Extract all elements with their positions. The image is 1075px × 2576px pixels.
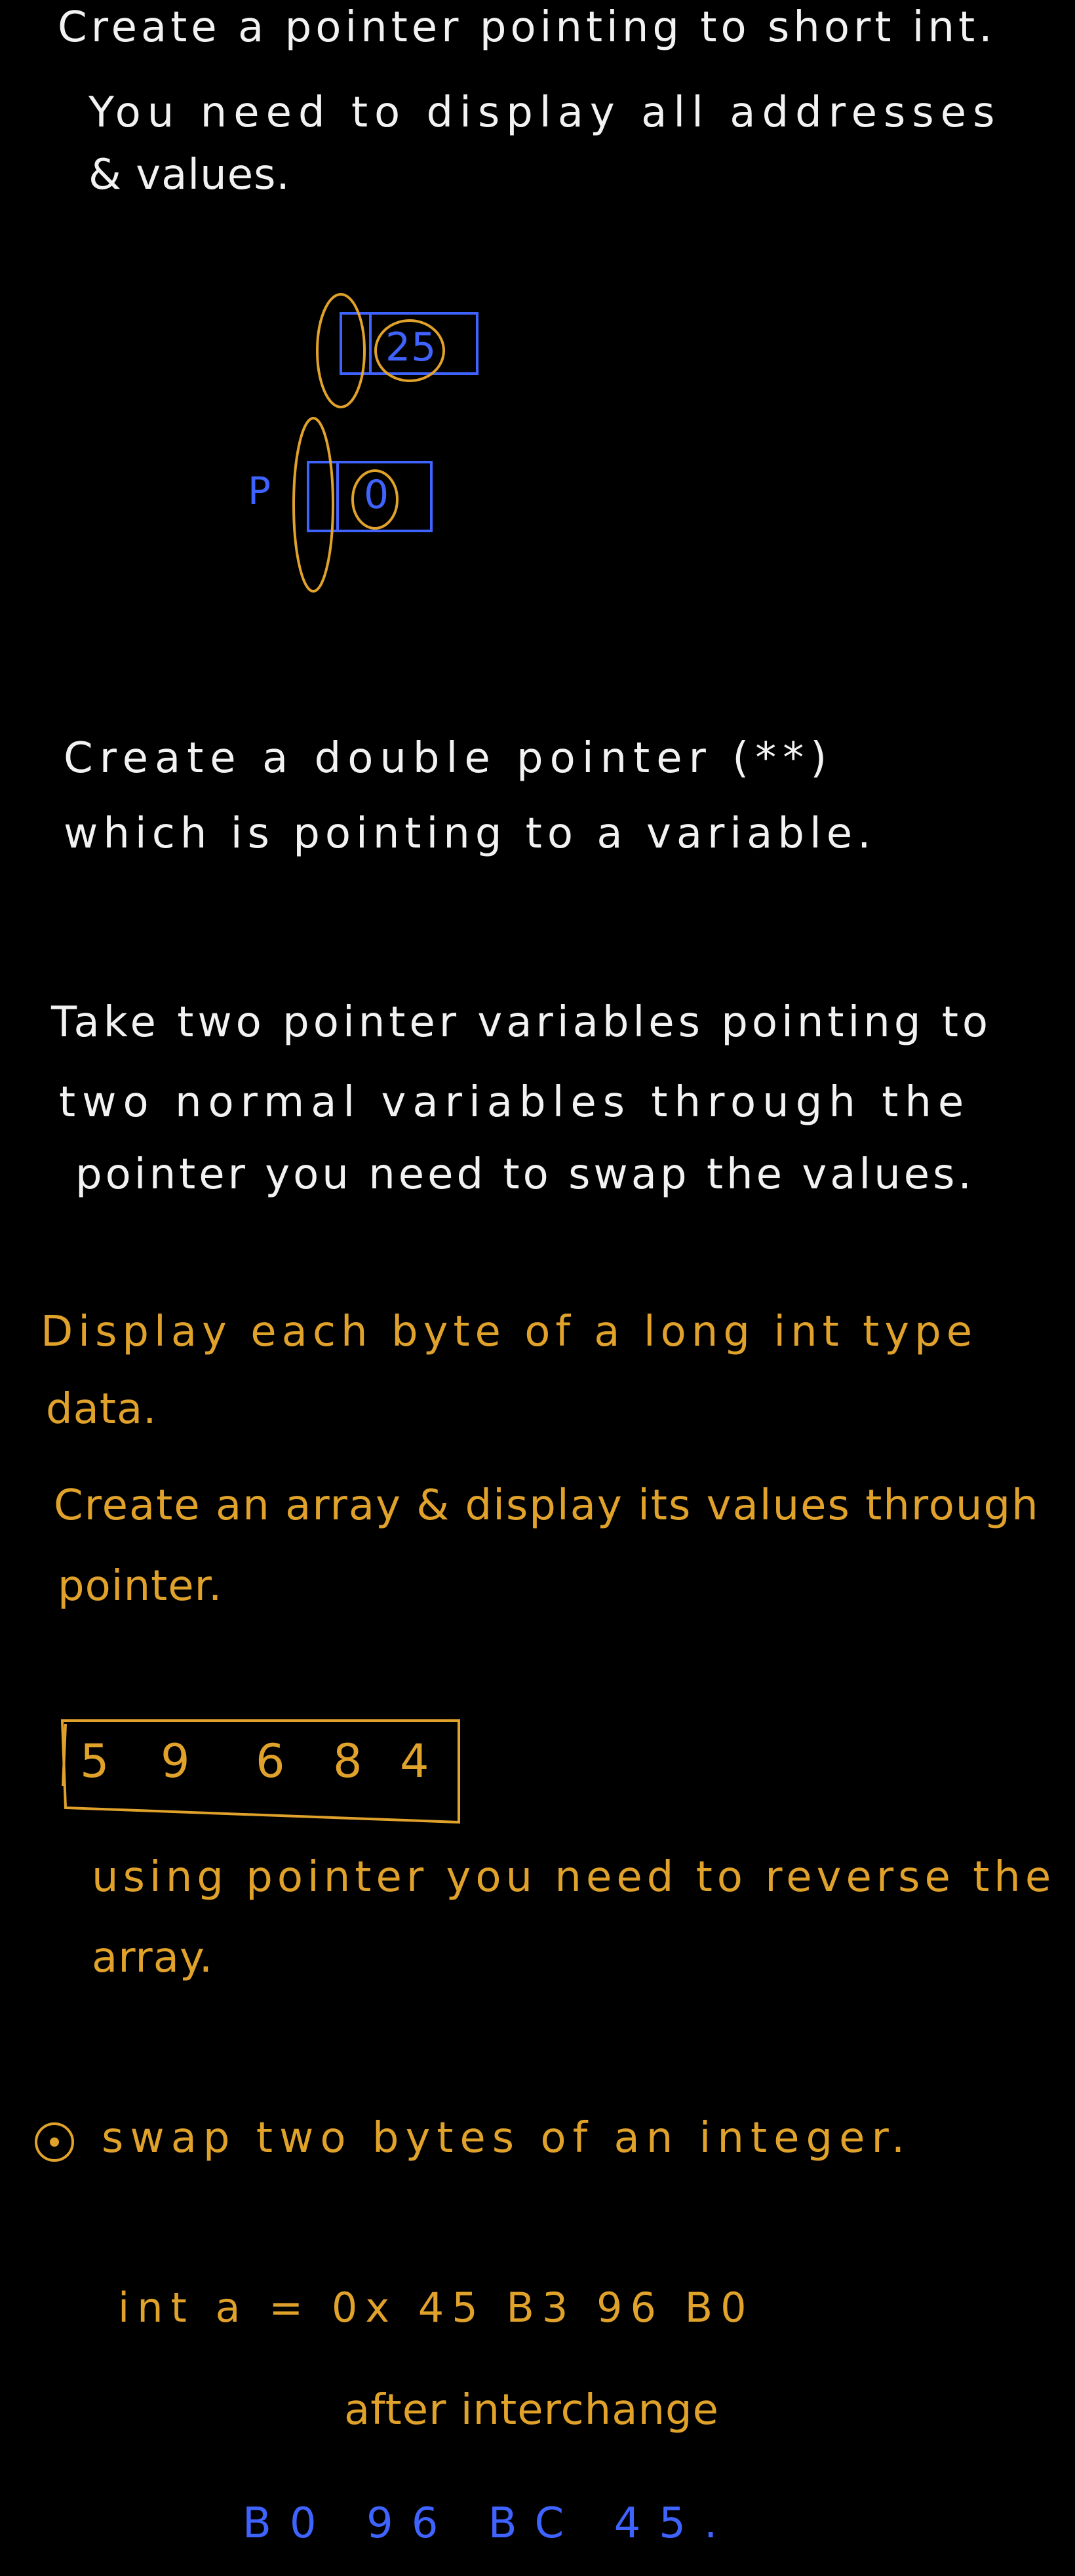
array-item: 6 xyxy=(256,1734,286,1788)
task7-after: after interchange xyxy=(344,2386,719,2434)
task7-line1: swap two bytes of an integer. xyxy=(102,2114,912,2162)
task7-code: int a = 0x 45 B3 96 B0 xyxy=(118,2284,754,2332)
variable-value-label: 25 xyxy=(385,324,437,370)
task4-line2: data. xyxy=(46,1385,157,1434)
task5-line1: Create an array & display its values thr… xyxy=(54,1481,1040,1530)
task1-line3: & values. xyxy=(88,151,290,199)
pointer-value-label: 0 xyxy=(364,472,390,518)
sketch-layer xyxy=(35,293,479,2162)
array-item: 8 xyxy=(333,1734,363,1788)
task1-line1: Create a pointer pointing to short int. xyxy=(58,3,996,52)
array-item: 5 xyxy=(80,1734,110,1788)
task3-line3: pointer you need to swap the values. xyxy=(75,1150,975,1199)
task5-line2: pointer. xyxy=(58,1562,223,1610)
task1-line2: You need to display all addresses xyxy=(88,88,1002,137)
array-item: 4 xyxy=(400,1734,430,1788)
task4-line1: Display each byte of a long int type xyxy=(41,1308,978,1356)
pointer-address-oval xyxy=(292,417,334,593)
array-item: 9 xyxy=(161,1734,191,1788)
task2-line2: which is pointing to a variable. xyxy=(64,810,876,858)
task2-line1: Create a double pointer (**) xyxy=(64,734,834,783)
task7-result: B0 96 BC 45. xyxy=(243,2499,736,2548)
bullet-dot xyxy=(50,2137,59,2147)
task3-line2: two normal variables through the xyxy=(59,1078,971,1127)
pointer-label: P xyxy=(248,469,271,513)
task6-line1: using pointer you need to reverse the xyxy=(92,1853,1056,1902)
task3-line1: Take two pointer variables pointing to xyxy=(51,998,992,1047)
task6-line2: array. xyxy=(92,1934,214,1982)
